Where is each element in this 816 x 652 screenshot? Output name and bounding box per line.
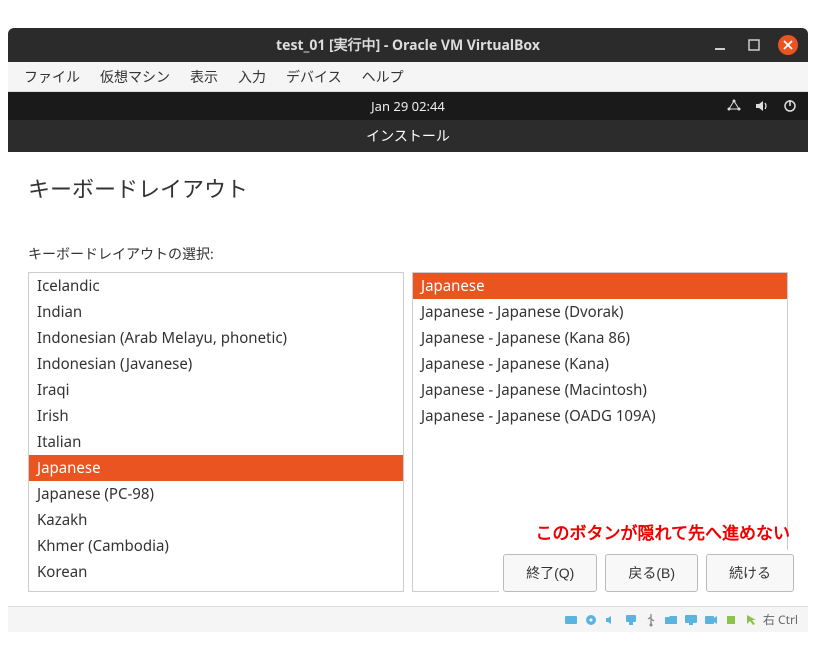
wizard-buttons: 終了(Q) 戻る(B) 続ける [499,550,798,596]
list-item[interactable]: Japanese - Japanese (Kana) [413,351,787,377]
status-shared-folder-icon[interactable] [663,612,679,628]
list-item[interactable]: Irish [29,403,403,429]
installer-content: キーボードレイアウト キーボードレイアウトの選択: IcelandicIndia… [8,152,808,606]
menu-file[interactable]: ファイル [16,63,88,91]
status-usb-icon[interactable] [643,612,659,628]
menu-input[interactable]: 入力 [230,63,274,91]
host-key-label: 右 Ctrl [763,611,798,628]
menu-machine[interactable]: 仮想マシン [92,63,178,91]
menubar: ファイル 仮想マシン 表示 入力 デバイス ヘルプ [8,62,808,92]
status-audio-icon[interactable] [603,612,619,628]
continue-button[interactable]: 続ける [706,554,794,592]
close-button[interactable] [778,35,798,55]
minimize-button[interactable] [710,35,730,55]
list-item[interactable]: Indian [29,299,403,325]
clock: Jan 29 02:44 [371,97,445,115]
list-item[interactable]: Italian [29,429,403,455]
menu-help[interactable]: ヘルプ [354,63,412,91]
list-item[interactable]: Indonesian (Arab Melayu, phonetic) [29,325,403,351]
list-item[interactable]: Japanese - Japanese (Macintosh) [413,377,787,403]
status-network-icon[interactable] [623,612,639,628]
window-title: test_01 [実行中] - Oracle VM VirtualBox [276,35,540,55]
section-label: キーボードレイアウトの選択: [28,244,788,264]
window-titlebar: test_01 [実行中] - Oracle VM VirtualBox [8,28,808,62]
list-item[interactable]: Icelandic [29,273,403,299]
list-item[interactable]: Khmer (Cambodia) [29,533,403,559]
volume-icon[interactable] [754,98,770,114]
quit-button[interactable]: 終了(Q) [503,554,597,592]
list-item[interactable]: Japanese (PC-98) [29,481,403,507]
list-item[interactable]: Kazakh [29,507,403,533]
gnome-top-bar: Jan 29 02:44 [8,92,808,120]
list-item[interactable]: Japanese - Japanese (Kana 86) [413,325,787,351]
back-button[interactable]: 戻る(B) [605,554,698,592]
maximize-button[interactable] [744,35,764,55]
list-item[interactable]: Korean [29,559,403,585]
layout-variant-list[interactable]: JapaneseJapanese - Japanese (Dvorak)Japa… [412,272,788,592]
menu-devices[interactable]: デバイス [278,63,350,91]
list-item[interactable]: Japanese [413,273,787,299]
status-mouse-integration-icon[interactable] [743,612,759,628]
network-icon[interactable] [726,98,742,114]
vbox-statusbar: 右 Ctrl [8,606,808,632]
install-title: インストール [366,126,450,146]
menu-view[interactable]: 表示 [182,63,226,91]
status-recording-icon[interactable] [703,612,719,628]
list-item[interactable]: Japanese - Japanese (Dvorak) [413,299,787,325]
layout-country-list[interactable]: IcelandicIndianIndonesian (Arab Melayu, … [28,272,404,592]
page-title: キーボードレイアウト [28,172,788,204]
list-item[interactable]: Iraqi [29,377,403,403]
status-cpu-icon[interactable] [723,612,739,628]
list-item[interactable]: Kyrgyz [29,585,403,592]
annotation-text: このボタンが隠れて先へ進めない [536,519,791,544]
power-icon[interactable] [782,98,798,114]
install-header: インストール [8,120,808,152]
status-disk-icon[interactable] [563,612,579,628]
list-item[interactable]: Indonesian (Javanese) [29,351,403,377]
list-item[interactable]: Japanese [29,455,403,481]
status-optical-icon[interactable] [583,612,599,628]
list-item[interactable]: Japanese - Japanese (OADG 109A) [413,403,787,429]
status-display-icon[interactable] [683,612,699,628]
